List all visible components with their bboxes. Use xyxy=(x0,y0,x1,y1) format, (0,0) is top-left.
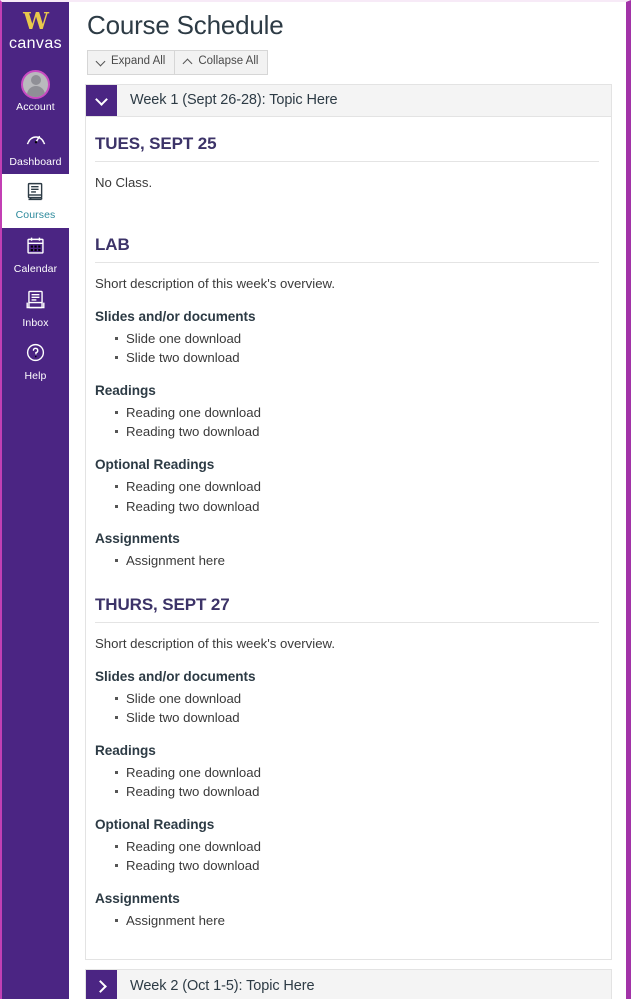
expand-collapse-button-group: Expand All Collapse All xyxy=(87,50,269,75)
inbox-icon xyxy=(25,289,46,315)
list-item[interactable]: Reading two download xyxy=(115,856,599,876)
sidebar-item-label-dashboard: Dashboard xyxy=(9,155,62,168)
week-accordion-2: Week 2 (Oct 1-5): Topic Here xyxy=(85,969,612,999)
section-heading-readings: Readings xyxy=(95,382,156,398)
week-header-1[interactable]: Week 1 (Sept 26-28): Topic Here xyxy=(85,83,612,117)
sidebar-item-label-courses: Courses xyxy=(15,209,56,222)
list-item[interactable]: Reading two download xyxy=(115,497,599,517)
sidebar-item-label-inbox: Inbox xyxy=(22,316,49,329)
main-content: Course Schedule Expand All Collapse All … xyxy=(69,2,626,999)
day-block-tues: TUES, SEPT 25 No Class. xyxy=(95,125,599,192)
book-icon xyxy=(25,181,46,207)
day-block-lab: LAB Short description of this week's ove… xyxy=(95,226,599,571)
list-item[interactable]: Slide two download xyxy=(115,348,599,368)
chevron-up-icon xyxy=(184,57,193,66)
list-item[interactable]: Slide two download xyxy=(115,708,599,728)
sidebar-item-label-account: Account xyxy=(16,101,55,114)
resource-list-slides: Slide one download Slide two download xyxy=(95,689,599,728)
sidebar-item-account[interactable]: Account xyxy=(2,63,69,120)
week-title-2: Week 2 (Oct 1-5): Topic Here xyxy=(130,977,315,994)
week-toggle-1[interactable] xyxy=(86,84,117,116)
list-item[interactable]: Reading one download xyxy=(115,837,599,857)
list-item[interactable]: Assignment here xyxy=(115,911,599,931)
logo-wordmark: canvas xyxy=(8,35,63,53)
week-accordion-1: Week 1 (Sept 26-28): Topic Here TUES, SE… xyxy=(85,83,612,961)
sidebar-item-dashboard[interactable]: Dashboard xyxy=(2,120,69,175)
thurs-overview: Short description of this week's overvie… xyxy=(95,635,336,651)
section-heading-readings: Readings xyxy=(95,742,156,758)
resource-list-optional-readings: Reading one download Reading two downloa… xyxy=(95,837,599,876)
expand-all-label: Expand All xyxy=(111,55,166,68)
resource-list-assignments: Assignment here xyxy=(95,551,599,571)
list-item[interactable]: Reading one download xyxy=(115,763,599,783)
list-item[interactable]: Reading two download xyxy=(115,422,599,442)
section-heading-optional-readings: Optional Readings xyxy=(95,816,215,832)
week-body-1: TUES, SEPT 25 No Class. LAB Short descri… xyxy=(85,116,612,961)
list-item[interactable]: Reading one download xyxy=(115,477,599,497)
section-heading-slides: Slides and/or documents xyxy=(95,668,256,684)
no-class-text: No Class. xyxy=(95,174,153,190)
day-heading-lab: LAB xyxy=(95,226,599,263)
day-block-thurs: THURS, SEPT 27 Short description of this… xyxy=(95,586,599,931)
week-header-2[interactable]: Week 2 (Oct 1-5): Topic Here xyxy=(85,969,612,999)
chevron-right-icon xyxy=(97,981,106,990)
expand-all-button[interactable]: Expand All xyxy=(87,50,176,75)
global-nav-sidebar: W canvas Account Dashboard Courses Calen… xyxy=(2,2,69,999)
canvas-logo[interactable]: W canvas xyxy=(2,8,69,63)
section-heading-assignments: Assignments xyxy=(95,890,180,906)
question-circle-icon xyxy=(25,342,46,368)
day-heading-tues: TUES, SEPT 25 xyxy=(95,125,599,162)
collapse-all-label: Collapse All xyxy=(198,55,259,68)
page-title: Course Schedule xyxy=(87,10,284,40)
list-item[interactable]: Slide one download xyxy=(115,689,599,709)
logo-letter: W xyxy=(23,8,49,35)
speedometer-icon xyxy=(25,127,47,154)
week-title-1: Week 1 (Sept 26-28): Topic Here xyxy=(130,92,338,109)
sidebar-item-calendar[interactable]: Calendar xyxy=(2,228,69,282)
lab-overview: Short description of this week's overvie… xyxy=(95,275,336,291)
sidebar-item-inbox[interactable]: Inbox xyxy=(2,282,69,336)
sidebar-item-help[interactable]: Help xyxy=(2,335,69,389)
chevron-down-icon xyxy=(97,57,106,66)
resource-list-optional-readings: Reading one download Reading two downloa… xyxy=(95,477,599,516)
list-item[interactable]: Reading one download xyxy=(115,403,599,423)
section-heading-optional-readings: Optional Readings xyxy=(95,457,215,473)
list-item[interactable]: Slide one download xyxy=(115,329,599,349)
resource-list-slides: Slide one download Slide two download xyxy=(95,329,599,368)
canvas-page: W canvas Account Dashboard Courses Calen… xyxy=(0,0,631,999)
sidebar-item-courses[interactable]: Courses xyxy=(2,174,69,228)
list-item[interactable]: Assignment here xyxy=(115,551,599,571)
resource-list-readings: Reading one download Reading two downloa… xyxy=(95,403,599,442)
collapse-all-button[interactable]: Collapse All xyxy=(175,50,269,75)
list-item[interactable]: Reading two download xyxy=(115,782,599,802)
resource-list-assignments: Assignment here xyxy=(95,911,599,931)
section-heading-assignments: Assignments xyxy=(95,531,180,547)
sidebar-item-label-calendar: Calendar xyxy=(13,262,58,275)
resource-list-readings: Reading one download Reading two downloa… xyxy=(95,763,599,802)
calendar-icon xyxy=(25,235,46,261)
section-heading-slides: Slides and/or documents xyxy=(95,308,256,324)
avatar-icon xyxy=(21,70,50,100)
week-toggle-2[interactable] xyxy=(86,970,117,999)
chevron-down-icon xyxy=(97,96,106,105)
day-heading-thurs: THURS, SEPT 27 xyxy=(95,586,599,623)
sidebar-item-label-help: Help xyxy=(24,370,47,383)
